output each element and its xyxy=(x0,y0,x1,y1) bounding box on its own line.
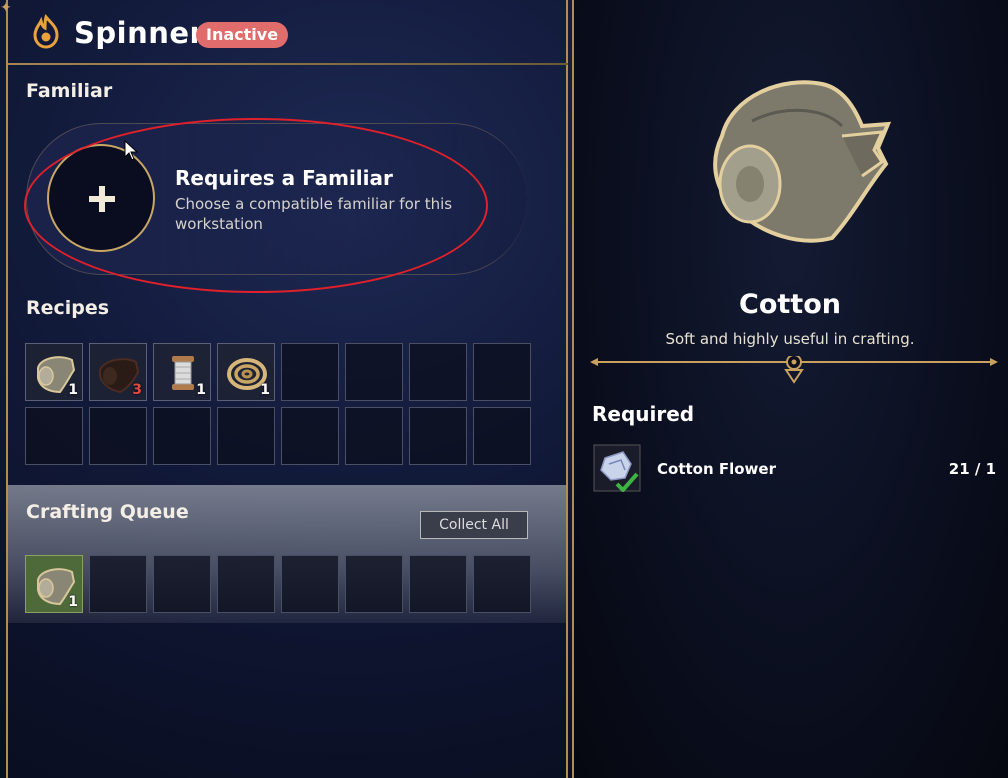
header-divider xyxy=(8,63,568,65)
queue-grid: 1 xyxy=(25,555,531,613)
highlight-annotation xyxy=(24,118,488,293)
item-description: Soft and highly useful in crafting. xyxy=(665,330,915,348)
status-badge: Inactive xyxy=(196,22,289,48)
queue-slot-empty[interactable] xyxy=(281,555,339,613)
queue-slot-empty[interactable] xyxy=(89,555,147,613)
recipe-qty: 3 xyxy=(132,382,142,398)
recipes-grid: 1 3 1 1 xyxy=(25,343,531,465)
queue-slot-empty[interactable] xyxy=(153,555,211,613)
queue-slot-empty[interactable] xyxy=(409,555,467,613)
recipe-qty: 1 xyxy=(68,382,78,398)
queue-slot-cotton[interactable]: 1 xyxy=(25,555,83,613)
queue-slot-empty[interactable] xyxy=(345,555,403,613)
recipe-slot-empty[interactable] xyxy=(345,343,403,401)
queue-qty: 1 xyxy=(68,594,78,610)
recipe-slot-dark-cloth[interactable]: 3 xyxy=(89,343,147,401)
recipe-slot-empty[interactable] xyxy=(153,407,211,465)
ornament-divider xyxy=(590,356,998,384)
requirement-count: 21 / 1 xyxy=(948,460,996,478)
recipe-slot-empty[interactable] xyxy=(473,343,531,401)
cotton-flower-icon xyxy=(593,444,641,492)
recipes-section-label: Recipes xyxy=(26,297,110,319)
recipe-slot-thread[interactable]: 1 xyxy=(153,343,211,401)
corner-ornament-icon: ✦ xyxy=(0,0,12,16)
crafting-queue-label: Crafting Queue xyxy=(26,501,189,523)
recipe-slot-empty[interactable] xyxy=(345,407,403,465)
recipe-slot-empty[interactable] xyxy=(25,407,83,465)
item-name: Cotton xyxy=(739,289,841,320)
required-label: Required xyxy=(592,402,695,426)
recipe-slot-cotton[interactable]: 1 xyxy=(25,343,83,401)
workstation-title: Spinner xyxy=(74,16,205,50)
recipe-slot-empty[interactable] xyxy=(409,343,467,401)
collect-all-button[interactable]: Collect All xyxy=(420,511,528,539)
recipe-slot-empty[interactable] xyxy=(217,407,275,465)
recipe-qty: 1 xyxy=(260,382,270,398)
recipe-slot-rope[interactable]: 1 xyxy=(217,343,275,401)
familiar-section-label: Familiar xyxy=(26,80,113,102)
recipe-slot-empty[interactable] xyxy=(281,343,339,401)
recipe-slot-empty[interactable] xyxy=(281,407,339,465)
requirement-name: Cotton Flower xyxy=(657,460,776,478)
flame-icon xyxy=(33,14,59,49)
recipe-slot-empty[interactable] xyxy=(89,407,147,465)
recipe-qty: 1 xyxy=(196,382,206,398)
cursor-icon xyxy=(124,140,139,161)
cotton-cloth-icon xyxy=(713,80,892,243)
queue-slot-empty[interactable] xyxy=(473,555,531,613)
recipe-slot-empty[interactable] xyxy=(409,407,467,465)
recipe-slot-empty[interactable] xyxy=(473,407,531,465)
queue-slot-empty[interactable] xyxy=(217,555,275,613)
